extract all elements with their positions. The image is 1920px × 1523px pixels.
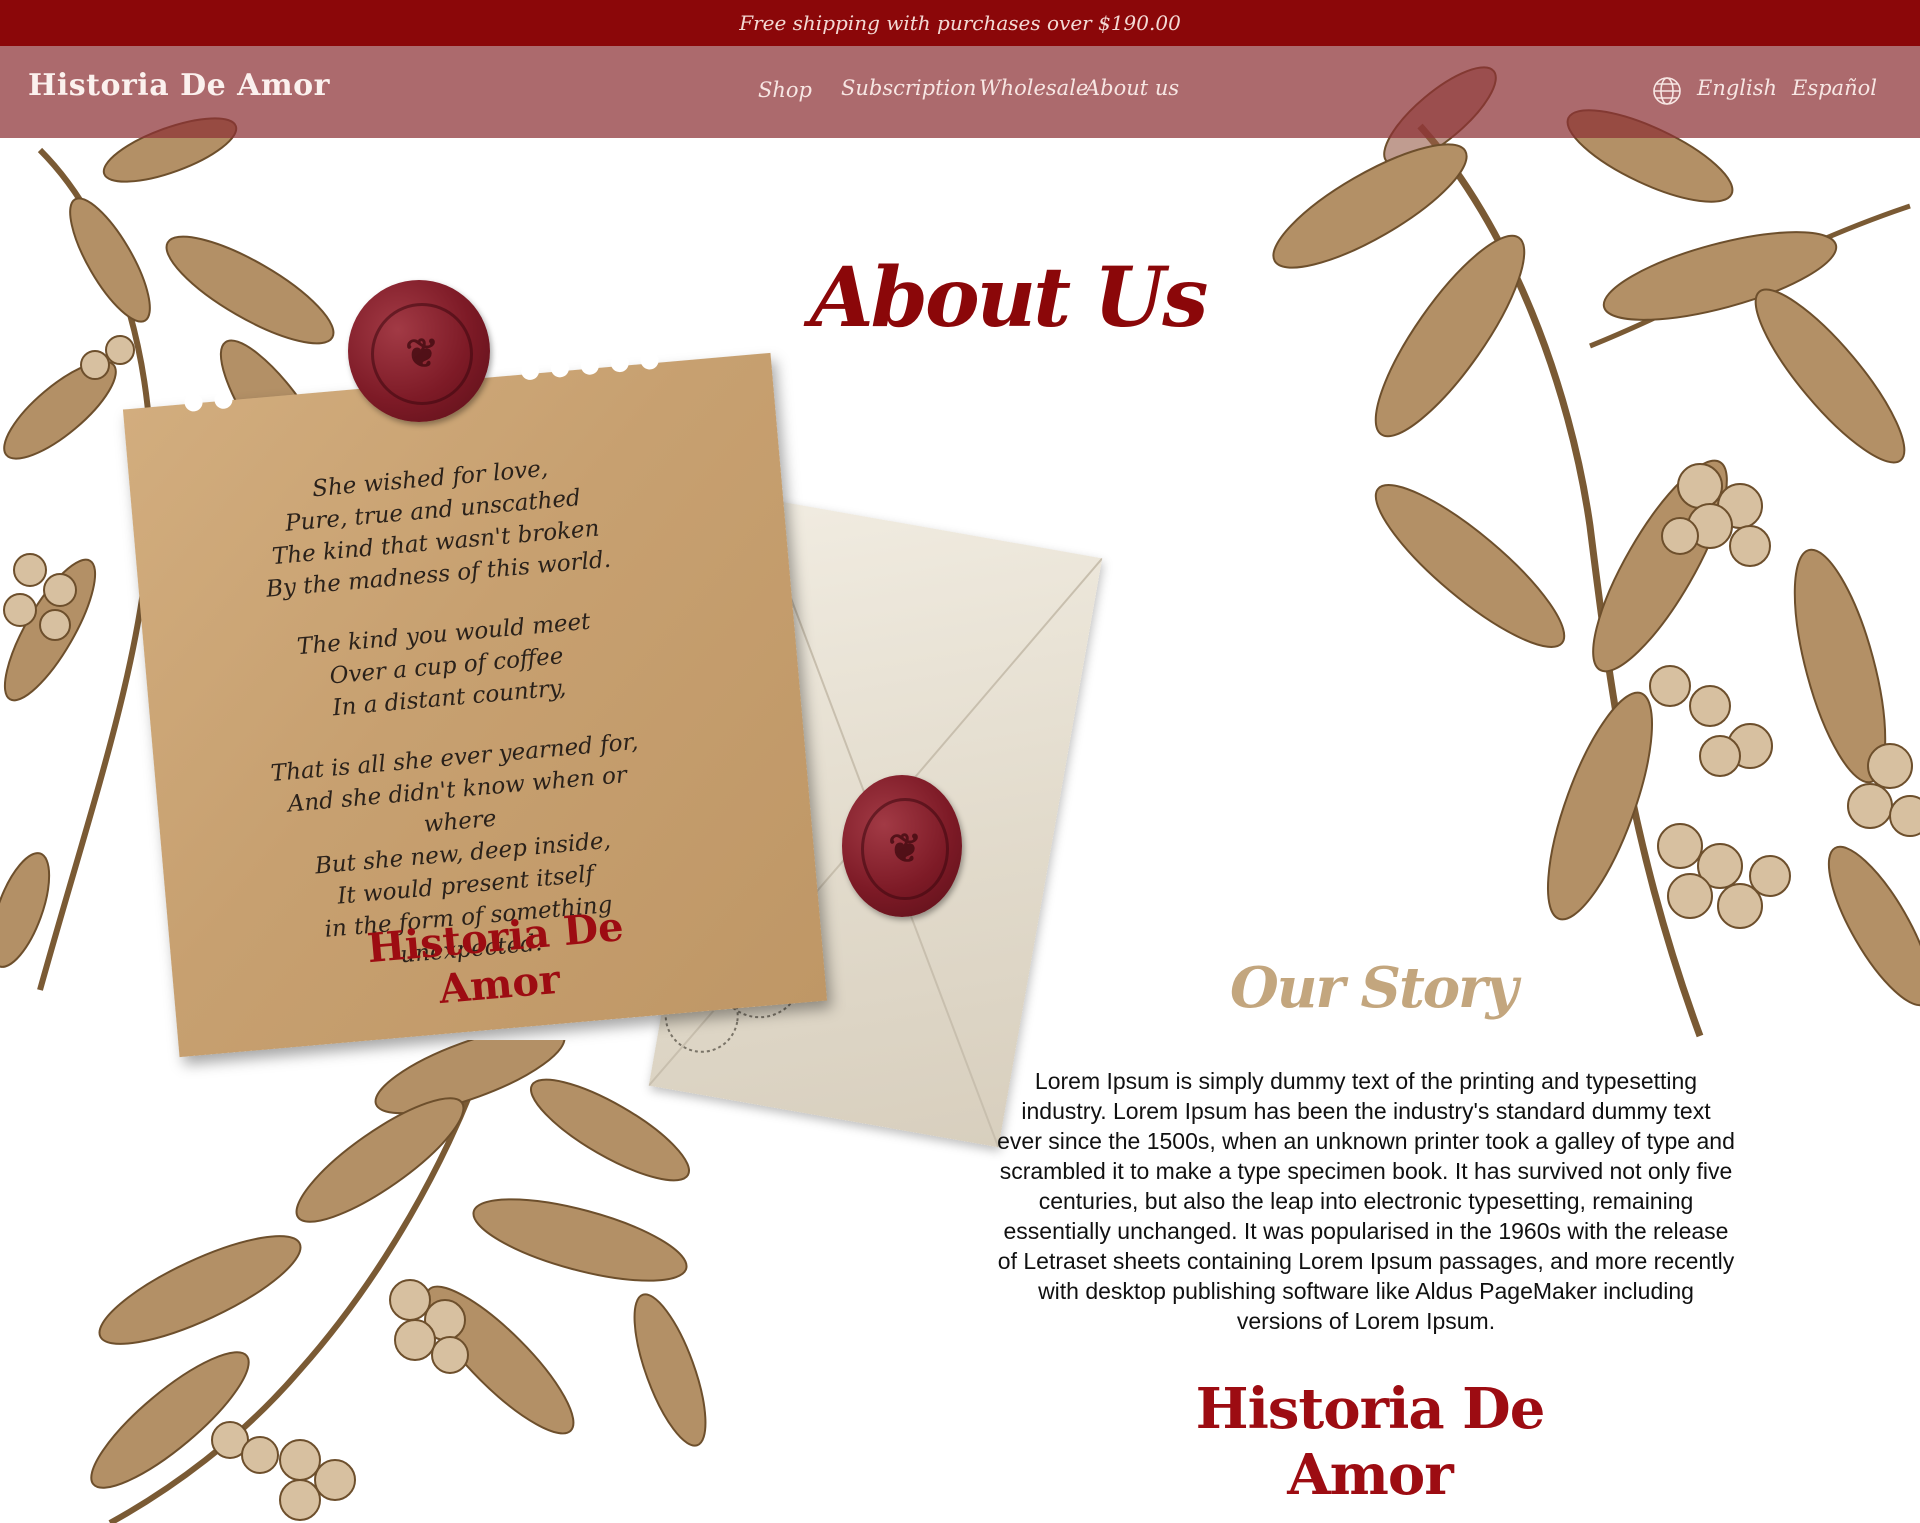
paper-hole <box>520 361 540 381</box>
poem-stanza: She wished for love, Pure, true and unsc… <box>230 446 640 608</box>
nav-shop[interactable]: Shop <box>758 78 812 102</box>
lang-espanol[interactable]: Español <box>1792 76 1877 100</box>
poem-card: She wished for love, Pure, true and unsc… <box>122 350 828 1058</box>
story-title: Our Story <box>1230 955 1518 1021</box>
paper-hole <box>213 390 234 410</box>
wax-seal-icon: ❦ <box>348 280 490 422</box>
nav-wholesale[interactable]: Wholesale <box>979 76 1088 100</box>
paper-hole <box>580 355 600 376</box>
paper-hole <box>183 392 204 413</box>
brand-logo[interactable]: Historia De Amor <box>28 68 330 103</box>
announcement-bar: Free shipping with purchases over $190.0… <box>0 0 1920 46</box>
paper-hole <box>550 358 570 379</box>
page-title: About Us <box>810 250 1208 346</box>
story-body: Lorem Ipsum is simply dummy text of the … <box>997 1068 1735 1334</box>
lang-english[interactable]: English <box>1697 76 1777 100</box>
coffee-branch-illustration <box>90 1040 707 1523</box>
announcement-text: Free shipping with purchases over $190.0… <box>739 11 1181 35</box>
globe-icon[interactable] <box>1652 76 1682 106</box>
paper-hole <box>639 350 660 371</box>
coffee-branch-illustration <box>1272 66 1920 1038</box>
nav-about-us[interactable]: About us <box>1085 76 1179 100</box>
nav-subscription[interactable]: Subscription <box>841 76 976 100</box>
story-signature-logo: Historia De Amor <box>1195 1376 1546 1508</box>
poem-stanza: The kind you would meet Over a cup of co… <box>243 601 650 731</box>
paper-hole <box>610 353 630 373</box>
main-navbar: Historia De Amor Shop Subscription Whole… <box>0 46 1920 138</box>
wax-seal-icon: ❦ <box>842 775 962 917</box>
